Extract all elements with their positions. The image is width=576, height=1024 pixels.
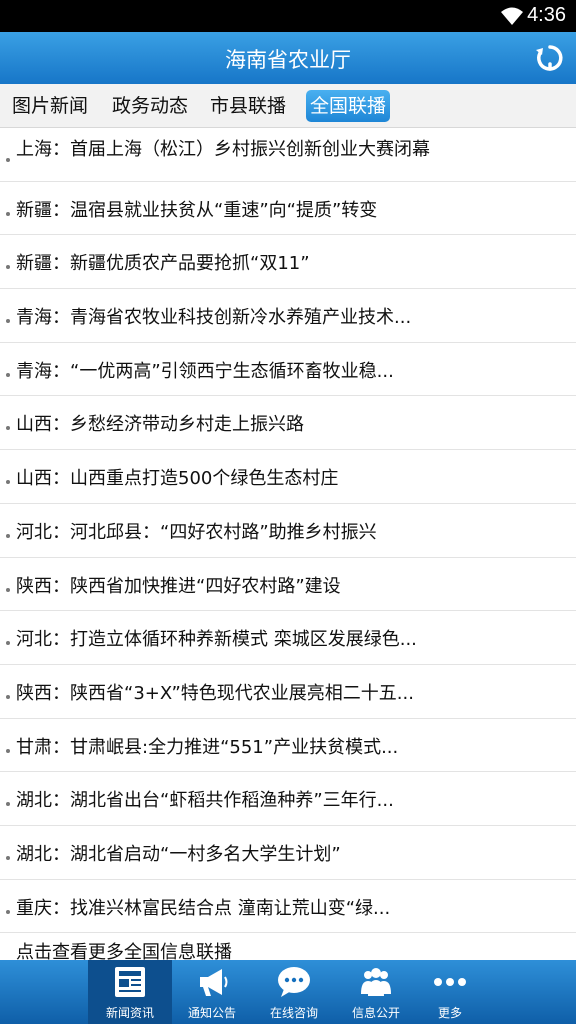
nav-more[interactable]: 更多: [408, 960, 492, 1024]
list-item[interactable]: 重庆：找准兴林富民结合点 潼南让荒山变“绿...: [0, 879, 576, 934]
bullet-icon: [6, 694, 10, 699]
megaphone-icon: [200, 969, 228, 996]
status-time: 4:36: [527, 4, 566, 26]
nav-disclosure-label: 信息公开: [351, 1006, 400, 1020]
news-headline: 河北：河北邱县：“四好农村路”助推乡村振兴: [16, 521, 377, 543]
bullet-icon: [6, 480, 10, 485]
tab-county-broadcast[interactable]: 市县联播: [206, 90, 290, 122]
category-tabs: 图片新闻 政务动态 市县联播 全国联播: [0, 84, 576, 128]
list-item[interactable]: 山西：山西重点打造500个绿色生态村庄: [0, 450, 576, 504]
bullet-icon: [6, 372, 10, 377]
news-headline: 青海：“一优两高”引领西宁生态循环畜牧业稳...: [16, 360, 394, 382]
news-headline: 青海：青海省农牧业科技创新冷水养殖产业技术...: [16, 307, 412, 329]
news-headline: 甘肃：甘肃岷县:全力推进“551”产业扶贫模式...: [16, 736, 399, 758]
news-headline: 山西：山西重点打造500个绿色生态村庄: [16, 468, 339, 490]
list-item[interactable]: 湖北：湖北省出台“虾稻共作稻渔种养”三年行...: [0, 772, 576, 826]
news-headline: 河北：打造立体循环种养新模式 栾城区发展绿色...: [16, 629, 417, 651]
news-list: 上海：首届上海（松江）乡村振兴创新创业大赛闭幕 新疆：温宿县就业扶贫从“重速”向…: [0, 128, 576, 960]
list-item[interactable]: 陕西：陕西省加快推进“四好农村路”建设: [0, 557, 576, 612]
tab-government-news[interactable]: 政务动态: [108, 90, 192, 122]
app-bar: 海南省农业厅: [0, 32, 576, 84]
bullet-icon: [6, 533, 10, 538]
nav-news-label: 新闻资讯: [105, 1006, 154, 1020]
bullet-icon: [6, 855, 10, 860]
list-item[interactable]: 河北：打造立体循环种养新模式 栾城区发展绿色...: [0, 611, 576, 665]
status-bar: 4:36: [0, 0, 576, 32]
bottom-nav: 新闻资讯 通知公告 在线咨询 信息公开 更多: [0, 960, 576, 1024]
nav-notices[interactable]: 通知公告: [170, 960, 254, 1024]
news-headline: 上海：首届上海（松江）乡村振兴创新创业大赛闭幕: [16, 139, 430, 160]
nav-news[interactable]: 新闻资讯: [88, 960, 172, 1024]
news-headline: 湖北：湖北省出台“虾稻共作稻渔种养”三年行...: [16, 790, 394, 812]
bullet-icon: [6, 319, 10, 324]
list-item[interactable]: 青海：“一优两高”引领西宁生态循环畜牧业稳...: [0, 342, 576, 397]
refresh-icon[interactable]: [534, 42, 566, 74]
news-headline: 重庆：找准兴林富民结合点 潼南让荒山变“绿...: [16, 897, 391, 919]
list-item[interactable]: 山西：乡愁经济带动乡村走上振兴路: [0, 396, 576, 451]
list-item[interactable]: 新疆：温宿县就业扶贫从“重速”向“提质”转变: [0, 181, 576, 236]
chat-bubble-icon: [278, 967, 310, 997]
news-headline: 新疆：新疆优质农产品要抢抓“双11”: [16, 253, 310, 275]
people-icon: [361, 968, 391, 996]
list-item[interactable]: 青海：青海省农牧业科技创新冷水养殖产业技术...: [0, 289, 576, 343]
tab-national-broadcast[interactable]: 全国联播: [306, 90, 391, 122]
nav-consult[interactable]: 在线咨询: [252, 960, 336, 1024]
bullet-icon: [6, 265, 10, 270]
list-item[interactable]: 甘肃：甘肃岷县:全力推进“551”产业扶贫模式...: [0, 718, 576, 773]
list-item[interactable]: 陕西：陕西省“3+X”特色现代农业展亮相二十五...: [0, 664, 576, 719]
nav-notices-label: 通知公告: [187, 1006, 236, 1020]
more-dots-icon: [434, 978, 466, 986]
wifi-icon: [501, 7, 523, 25]
tab-picture-news[interactable]: 图片新闻: [8, 90, 92, 122]
nav-consult-label: 在线咨询: [269, 1006, 318, 1020]
nav-disclosure[interactable]: 信息公开: [334, 960, 418, 1024]
page-title: 海南省农业厅: [225, 48, 351, 72]
bullet-icon: [6, 641, 10, 646]
news-headline: 新疆：温宿县就业扶贫从“重速”向“提质”转变: [16, 199, 378, 221]
bullet-icon: [6, 426, 10, 431]
news-headline: 陕西：陕西省“3+X”特色现代农业展亮相二十五...: [16, 682, 414, 704]
nav-more-label: 更多: [437, 1006, 462, 1020]
news-headline: 陕西：陕西省加快推进“四好农村路”建设: [16, 575, 341, 597]
list-item[interactable]: 上海：首届上海（松江）乡村振兴创新创业大赛闭幕: [0, 128, 576, 182]
bullet-icon: [6, 748, 10, 753]
news-headline: 山西：乡愁经济带动乡村走上振兴路: [16, 414, 304, 436]
news-icon: [115, 967, 145, 997]
bullet-icon: [6, 909, 10, 914]
list-item[interactable]: 河北：河北邱县：“四好农村路”助推乡村振兴: [0, 503, 576, 558]
list-item[interactable]: 湖北：湖北省启动“一村多名大学生计划”: [0, 825, 576, 880]
bullet-icon: [6, 802, 10, 807]
news-headline: 湖北：湖北省启动“一村多名大学生计划”: [16, 843, 341, 865]
list-item[interactable]: 新疆：新疆优质农产品要抢抓“双11”: [0, 235, 576, 290]
bullet-icon: [6, 158, 10, 162]
bullet-icon: [6, 587, 10, 592]
bullet-icon: [6, 211, 10, 216]
